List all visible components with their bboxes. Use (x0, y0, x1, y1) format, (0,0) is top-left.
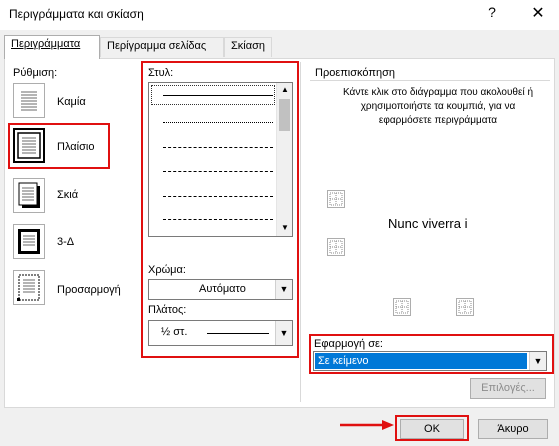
color-label: Χρώμα: (148, 264, 186, 276)
cancel-button[interactable]: Άκυρο (478, 419, 548, 439)
top-border-button[interactable] (327, 190, 345, 208)
setting-none-label[interactable]: Καμία (57, 96, 86, 108)
scroll-down-icon[interactable]: ▼ (281, 223, 289, 232)
tab-page-border-label: Περίγραμμα σελίδας (107, 40, 207, 52)
tab-borders[interactable]: Περιγράμματα (4, 35, 100, 59)
preview-separator (310, 80, 550, 81)
options-button[interactable]: Επιλογές... (470, 378, 546, 399)
style-dash-dot-dot[interactable] (163, 219, 273, 220)
right-border-button[interactable] (456, 298, 474, 316)
left-border-button[interactable] (393, 298, 411, 316)
custom-page-icon (17, 274, 40, 301)
preview-sample-text[interactable]: Nunc viverra i (388, 216, 467, 231)
setting-shadow-label[interactable]: Σκιά (57, 189, 78, 201)
style-dashed-small[interactable] (163, 147, 273, 148)
color-dropdown[interactable]: Αυτόματο ▼ (148, 279, 293, 300)
setting-3d-icon[interactable] (13, 224, 45, 259)
setting-box-label[interactable]: Πλαίσιο (57, 141, 94, 153)
none-page-icon (21, 91, 37, 111)
style-dotted[interactable] (163, 122, 273, 123)
tab-shading[interactable]: Σκίαση (224, 37, 272, 57)
column-divider (300, 62, 301, 402)
bottom-border-icon (329, 240, 343, 254)
setting-custom-icon[interactable] (13, 270, 45, 305)
width-line-sample (207, 333, 269, 334)
apply-to-label: Εφαρμογή σε: (314, 338, 383, 350)
shadow-page-icon (18, 182, 40, 208)
setting-none-icon[interactable] (13, 83, 45, 118)
right-border-icon (458, 300, 472, 314)
left-border-icon (395, 300, 409, 314)
preview-label: Προεπισκόπηση (315, 67, 395, 79)
top-border-icon (329, 192, 343, 206)
apply-to-dropdown[interactable]: Σε κείμενο ▼ (313, 351, 547, 371)
setting-3d-label[interactable]: 3-Δ (57, 236, 74, 248)
scroll-up-icon[interactable]: ▲ (281, 85, 289, 94)
chevron-down-icon[interactable]: ▼ (275, 280, 292, 299)
box-page-icon (17, 132, 41, 159)
tab-page-border[interactable]: Περίγραμμα σελίδας (100, 37, 224, 57)
apply-to-value: Σε κείμενο (318, 355, 369, 367)
ok-button[interactable]: OK (400, 419, 464, 439)
setting-label: Ρύθμιση: (13, 67, 58, 79)
title-bar: Περιγράμματα και σκίαση ? ✕ (0, 0, 559, 30)
chevron-down-icon[interactable]: ▼ (529, 352, 546, 370)
preview-instructions: Κάντε κλικ στο διάγραμμα που ακολουθεί ή… (342, 87, 533, 126)
style-dash-dot[interactable] (163, 196, 273, 197)
arrow-right-icon (340, 420, 394, 430)
help-button[interactable]: ? (483, 4, 501, 24)
style-dashed[interactable] (163, 171, 273, 172)
tab-shading-label: Σκίαση (231, 40, 266, 52)
threed-page-icon (18, 229, 40, 254)
scroll-thumb[interactable] (279, 99, 290, 131)
width-label: Πλάτος: (148, 304, 187, 316)
color-value: Αυτόματο (199, 283, 246, 295)
window-title: Περιγράμματα και σκίαση (9, 7, 144, 21)
chevron-down-icon[interactable]: ▼ (275, 321, 292, 345)
style-list[interactable]: ▲ ▼ (148, 82, 293, 237)
width-dropdown[interactable]: ½ στ. ▼ (148, 320, 293, 346)
setting-custom-label[interactable]: Προσαρμογή (57, 284, 121, 296)
close-button[interactable]: ✕ (527, 3, 549, 25)
setting-box-icon[interactable] (13, 128, 45, 163)
bottom-border-button[interactable] (327, 238, 345, 256)
style-solid[interactable] (163, 95, 273, 96)
style-label: Στυλ: (148, 67, 174, 79)
tab-borders-label: Περιγράμματα (11, 38, 81, 50)
width-value: ½ στ. (161, 326, 188, 338)
setting-shadow-icon[interactable] (13, 178, 45, 213)
style-scrollbar[interactable]: ▲ ▼ (276, 83, 292, 236)
